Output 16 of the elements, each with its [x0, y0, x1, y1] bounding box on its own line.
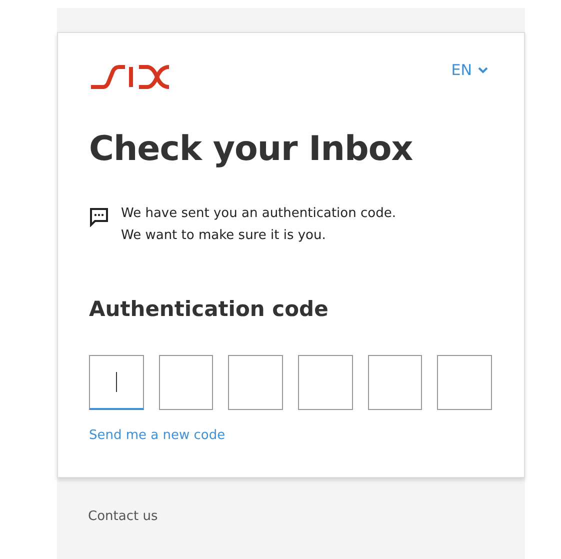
code-digit-field[interactable] — [368, 355, 422, 410]
info-text: We want to make sure it is you. — [121, 227, 327, 245]
resend-code-link[interactable]: Send me a new code — [89, 428, 226, 443]
text-cursor — [116, 372, 117, 392]
message-icon — [89, 207, 109, 227]
language-selector[interactable]: EN — [451, 61, 488, 79]
chevron-down-icon — [478, 66, 488, 74]
code-label: Authentication code — [89, 297, 330, 321]
code-digit-field[interactable] — [89, 355, 144, 410]
info-text: We have sent you an authentication code. — [121, 205, 396, 223]
code-digit-field[interactable] — [298, 355, 353, 410]
page-title: Check your Inbox — [89, 129, 414, 169]
code-digit-field[interactable] — [228, 355, 284, 410]
code-digit-field[interactable] — [437, 355, 492, 410]
footer-link[interactable]: Contact us — [88, 509, 158, 524]
code-digit-field[interactable] — [158, 355, 214, 410]
